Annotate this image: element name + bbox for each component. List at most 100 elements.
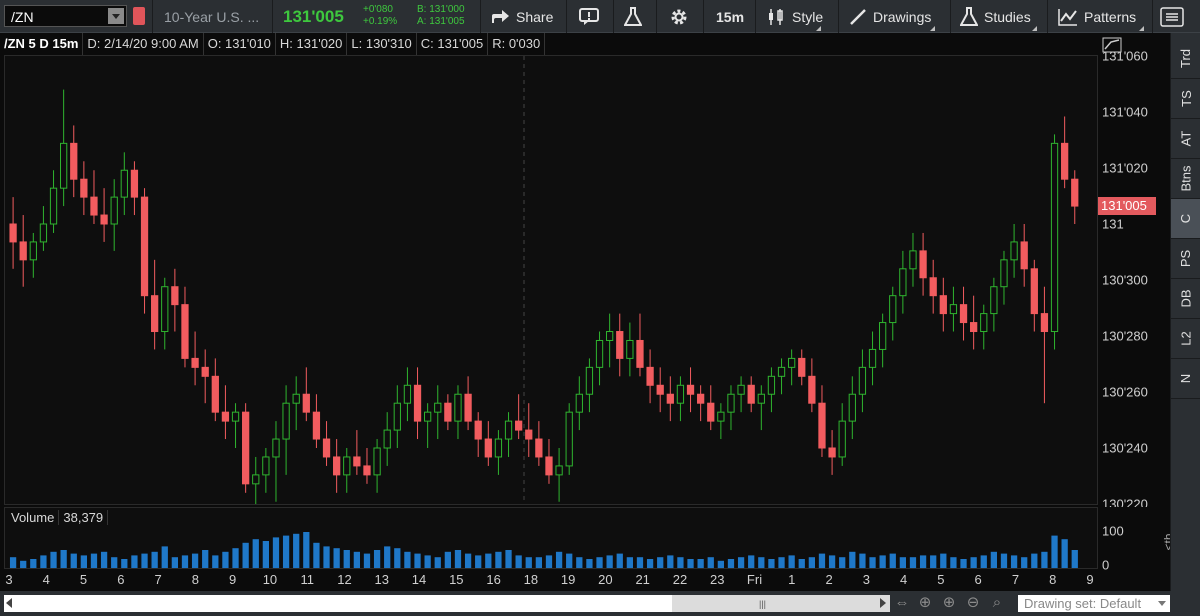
volume-bar [889,553,896,568]
candle [686,367,695,413]
style-button[interactable]: Style [766,0,823,33]
candle-body [39,223,48,243]
time-tick: 3 [862,572,870,587]
pan-icon[interactable]: ⊕ [916,594,934,612]
sidebar-tab-ps[interactable]: PS [1171,239,1200,279]
patterns-button[interactable]: Patterns [1058,0,1145,33]
horizontal-scrollbar[interactable]: ||| [4,595,890,612]
right-sidebar: Trd TS AT Btns C PS DB L2 N [1170,33,1200,591]
link-flag-icon[interactable] [133,7,145,25]
price-tick: 131 [1102,216,1124,232]
candle [49,170,58,233]
candle-body [798,357,806,377]
sidebar-tab-n[interactable]: N [1171,359,1200,399]
volume-chart[interactable]: Volume 38,379 [4,507,1098,569]
candle-body [545,456,553,476]
bar-date: D: 2/14/20 9:00 AM [83,33,204,55]
zoom-reset-icon[interactable]: ⌕ [988,594,1006,612]
volume-bar [50,551,57,568]
message-button[interactable] [579,0,601,33]
volume-bar [980,555,987,568]
volume-bar [454,550,462,568]
scroll-left-arrow[interactable] [6,598,12,608]
scroll-right-arrow[interactable] [880,598,886,608]
candle-body [939,295,947,315]
pct-change: +0.19% [363,16,398,27]
volume-bar [282,535,290,568]
sidebar-tab-l2[interactable]: L2 [1171,319,1200,359]
volume-bar [808,557,816,568]
sidebar-tab-btns[interactable]: Btns [1171,159,1200,199]
volume-bar [363,553,371,568]
candle [19,215,27,287]
symbol-input[interactable]: /ZN [4,5,127,27]
sidebar-tab-label: Trd [1178,48,1194,69]
sidebar-tab-at[interactable]: AT [1171,119,1200,159]
volume-bar [1061,539,1068,568]
price-axis[interactable]: 131'060 131'040 131'020 131 130'300 130'280 13… [1098,33,1170,512]
candle [990,277,998,332]
zoom-in-icon[interactable]: ⊕ [940,594,958,612]
candle [231,403,240,448]
zoom-out-icon[interactable]: ⊖ [964,594,982,612]
symbol-dropdown-icon[interactable] [108,8,124,24]
volume-bar [960,559,967,568]
candle [1050,134,1059,350]
candle-body [565,411,573,467]
flask-icon [624,6,642,26]
candle [9,197,17,269]
time-axis[interactable]: 3 4 5 6 7 8 9 10 11 12 13 14 15 16 18 19 20 21 22 23 Fri 1 2 3 4… [0,569,1098,591]
corner-indicator [1139,26,1145,31]
volume-bar [839,557,846,568]
volume-bar [828,555,836,568]
candle-body [100,214,108,225]
sidebar-tab-trd[interactable]: Trd [1171,39,1200,79]
settings-button[interactable] [669,0,689,33]
candle-body [1050,142,1059,333]
candle [1010,224,1018,278]
candle [504,412,513,457]
sidebar-tab-db[interactable]: DB [1171,279,1200,319]
candle [171,268,179,332]
candle [1030,259,1038,332]
volume-value: 38,379 [59,510,109,525]
candle [393,385,401,448]
chevron-down-icon[interactable] [1158,601,1166,606]
drawing-set-select[interactable]: Drawing set: Default [1018,595,1170,612]
volume-bar [100,551,108,568]
chart-menu-button[interactable] [1160,0,1184,33]
timeframe-button[interactable]: 15m [716,0,744,33]
candle [868,331,877,386]
volume-bar [293,533,300,568]
candle [60,89,68,207]
candle [707,385,715,431]
scrollbar-thumb[interactable] [672,595,890,612]
candle [828,430,836,475]
change-block: +0'080 +0.19% [363,4,397,28]
fit-width-icon[interactable]: ⇔ [893,594,911,612]
sidebar-tab-ts[interactable]: TS [1171,79,1200,119]
candle-body [616,331,624,359]
candle-body [70,142,78,180]
time-tick: 14 [411,572,427,587]
candle-body [1061,142,1069,180]
share-button[interactable]: Share [490,0,553,33]
flask-button[interactable] [624,0,642,33]
volume-bar [191,553,199,568]
drawings-button[interactable]: Drawings [849,0,936,33]
volume-tick: 0 [1102,557,1110,573]
volume-bar [515,555,522,568]
candle-body [393,402,401,431]
studies-button[interactable]: Studies [960,0,1037,33]
volume-bar [505,550,512,568]
candle [252,456,260,504]
volume-bar [141,553,148,568]
studies-label: Studies [984,8,1031,25]
time-tick: 12 [337,572,352,587]
volume-bar [545,555,553,568]
candle-body [161,286,169,333]
price-chart[interactable] [4,55,1098,505]
sidebar-tab-c[interactable]: C [1171,199,1200,239]
candle-body [727,393,735,413]
volume-bar [778,557,785,568]
